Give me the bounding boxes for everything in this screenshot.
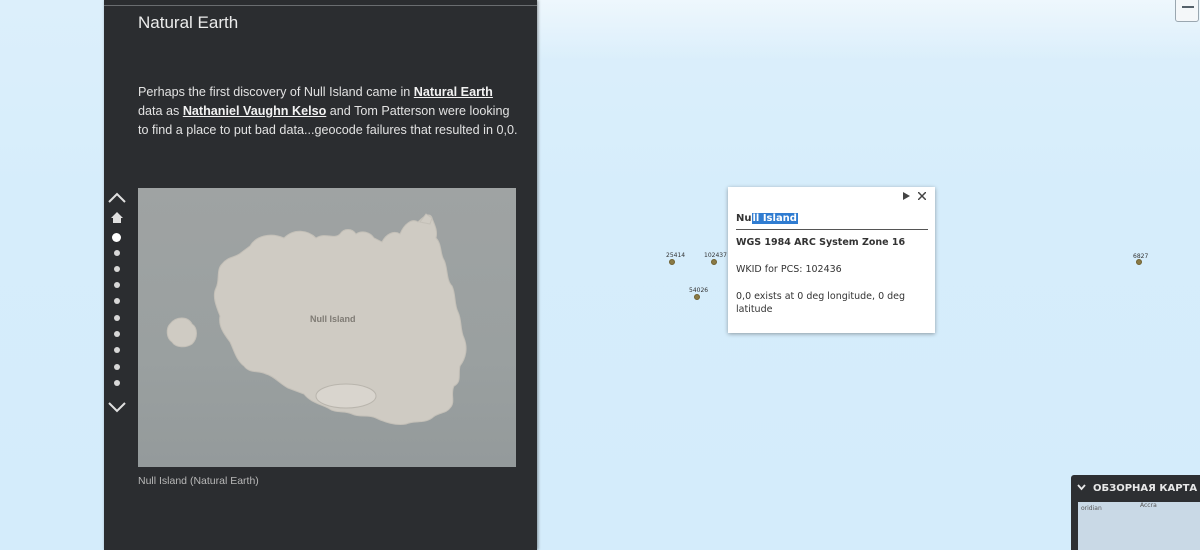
mini-map-label: oridian [1081, 505, 1102, 512]
chevron-down-icon[interactable] [107, 400, 127, 414]
map-point-label: 54026 [689, 287, 709, 294]
map-point-marker[interactable] [711, 259, 717, 265]
story-panel[interactable]: Natural Earth Perhaps the first discover… [104, 0, 537, 550]
home-icon[interactable] [110, 211, 124, 224]
nav-dot[interactable] [114, 282, 120, 288]
image-caption: Null Island (Natural Earth) [138, 475, 259, 487]
nav-dot[interactable] [114, 266, 120, 272]
nav-dot[interactable] [114, 250, 120, 256]
mini-map-label: Accra [1140, 502, 1157, 509]
body-text: Perhaps the first discovery of Null Isla… [138, 85, 414, 99]
null-island-map-graphic: Null Island [166, 213, 467, 425]
nav-dot[interactable] [114, 315, 120, 321]
popup-title[interactable]: Null Island [736, 213, 798, 224]
chevron-down-icon[interactable] [1077, 484, 1086, 491]
map-point-label: 102437 [704, 252, 727, 259]
nav-dot[interactable] [114, 347, 120, 353]
minus-icon [1182, 6, 1194, 8]
popup-system-name: WGS 1984 ARC System Zone 16 [736, 237, 906, 248]
panel-divider [104, 5, 537, 6]
nav-dot-active[interactable] [112, 233, 121, 242]
feature-popup[interactable]: Null Island WGS 1984 ARC System Zone 16 … [728, 187, 935, 333]
kelso-link[interactable]: Nathaniel Vaughn Kelso [183, 104, 326, 118]
map-layer-button[interactable] [1175, 0, 1199, 22]
body-text: data as [138, 104, 183, 118]
map-point-label: 25414 [666, 252, 686, 259]
null-island-image: Null Island [138, 188, 516, 467]
overview-map-widget[interactable]: ОБЗОРНАЯ КАРТА oridian Accra [1071, 475, 1200, 550]
play-icon[interactable] [903, 192, 910, 200]
nav-dot[interactable] [114, 298, 120, 304]
popup-divider [736, 229, 928, 230]
story-navigator [104, 186, 130, 420]
map-top-fade [537, 0, 1200, 60]
natural-earth-link[interactable]: Natural Earth [414, 85, 493, 99]
nav-dot[interactable] [114, 364, 120, 370]
overview-mini-map[interactable]: oridian Accra [1078, 502, 1200, 550]
map-point-marker[interactable] [669, 259, 675, 265]
section-title: Natural Earth [138, 13, 239, 32]
popup-title-selection: ll Island [751, 213, 798, 224]
close-icon[interactable] [918, 192, 926, 200]
figure-label: Null Island [310, 314, 356, 324]
nav-dot[interactable] [114, 380, 120, 386]
popup-wkid: WKID for PCS: 102436 [736, 264, 842, 275]
popup-description: 0,0 exists at 0 deg longitude, 0 deg lat… [736, 291, 906, 315]
overview-title: ОБЗОРНАЯ КАРТА [1093, 483, 1198, 494]
chevron-up-icon[interactable] [107, 190, 127, 204]
popup-title-text: Nu [736, 213, 752, 224]
map-point-marker[interactable] [694, 294, 700, 300]
section-body: Perhaps the first discovery of Null Isla… [138, 83, 518, 140]
map-point-marker[interactable] [1136, 259, 1142, 265]
nav-dot[interactable] [114, 331, 120, 337]
